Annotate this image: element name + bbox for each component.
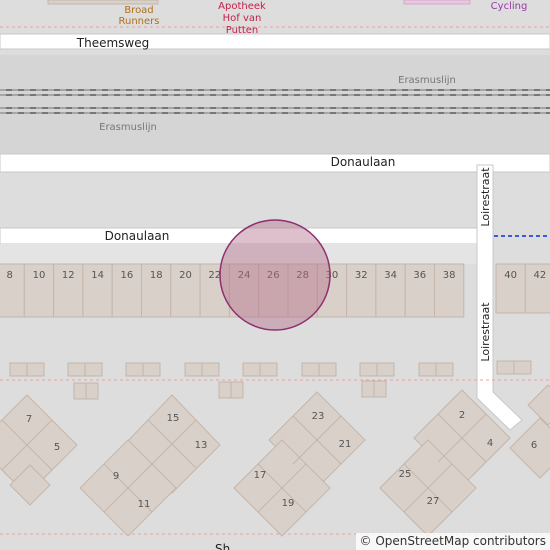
house-number: 9 — [113, 471, 119, 482]
house-number: 2 — [459, 410, 465, 421]
house-number: 13 — [195, 440, 208, 451]
house-number: 25 — [399, 469, 412, 480]
poi-cycling[interactable]: Cycling — [491, 1, 528, 12]
house-number: 12 — [62, 270, 75, 281]
map-canvas[interactable]: 8 10 12 14 16 18 20 22 24 26 28 30 32 34 36 38 40 42 — [0, 0, 550, 550]
copyright-symbol: © — [359, 534, 372, 548]
street-label-theemsweg: Theemsweg — [76, 36, 149, 50]
house-number: 14 — [91, 270, 104, 281]
house-number: 19 — [282, 498, 295, 509]
landuse-area — [403, 0, 471, 5]
house-number: 38 — [443, 270, 456, 281]
house-number: 16 — [121, 270, 134, 281]
poi-broad-runners-line1[interactable]: Broad — [124, 5, 153, 16]
building — [47, 0, 159, 5]
attribution: © OpenStreetMap contributors — [355, 533, 550, 550]
house-number: 4 — [487, 438, 493, 449]
street-label-donaulaan-lower: Donaulaan — [105, 229, 170, 243]
poi-broad-runners-line2[interactable]: Runners — [119, 16, 160, 27]
house-number: 32 — [355, 270, 368, 281]
house-number: 11 — [138, 499, 151, 510]
house-number: 18 — [150, 270, 163, 281]
house-number: 7 — [26, 414, 32, 425]
house-number: 5 — [54, 442, 60, 453]
attribution-suffix: contributors — [473, 534, 546, 548]
rail-label-erasmuslijn-upper: Erasmuslijn — [398, 75, 456, 86]
street-label-donaulaan-upper: Donaulaan — [331, 155, 396, 169]
house-number: 40 — [504, 270, 517, 281]
house-number: 8 — [7, 270, 13, 281]
poi-apotheek-line3[interactable]: Putten — [226, 25, 259, 36]
house-number: 21 — [339, 439, 352, 450]
house-number: 34 — [384, 270, 397, 281]
road-donaulaan-upper[interactable] — [0, 153, 550, 173]
attribution-link-openstreetmap[interactable]: OpenStreetMap — [375, 534, 469, 548]
house-number: 36 — [413, 270, 426, 281]
house-number: 23 — [312, 411, 325, 422]
railway-area — [0, 55, 550, 155]
street-label-loirestraat-lower: Loirestraat — [479, 302, 492, 362]
location-marker[interactable] — [219, 219, 331, 331]
rail-label-erasmuslijn-lower: Erasmuslijn — [99, 122, 157, 133]
house-number: 17 — [254, 470, 267, 481]
poi-apotheek-line2[interactable]: Hof van — [223, 13, 262, 24]
street-label-loirestraat-upper: Loirestraat — [479, 167, 492, 227]
house-number: 15 — [167, 413, 180, 424]
house-number: 42 — [534, 270, 547, 281]
house-number: 10 — [33, 270, 46, 281]
house-number: 6 — [531, 440, 537, 451]
street-label-partial: Sh — [215, 542, 230, 550]
house-number: 20 — [179, 270, 192, 281]
house-number: 27 — [427, 496, 440, 507]
poi-apotheek-line1[interactable]: Apotheek — [218, 1, 266, 12]
